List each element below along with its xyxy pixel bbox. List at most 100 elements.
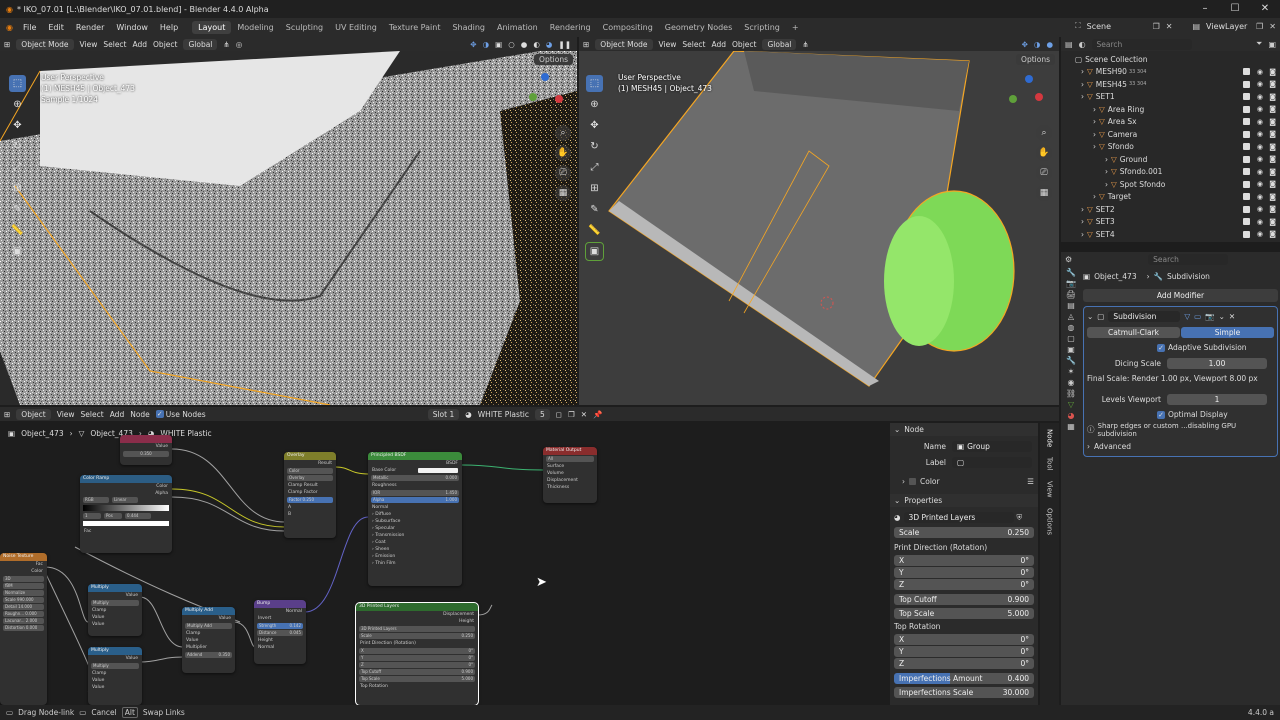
tab-geometry-nodes[interactable]: Geometry Nodes	[659, 21, 738, 34]
outliner-item[interactable]: › ▽ Ground ◉ ◙	[1061, 153, 1280, 166]
material-output-node[interactable]: Material Output All Surface Volume Displ…	[543, 447, 597, 503]
editor-type-icon[interactable]: ▤	[1065, 40, 1073, 49]
outliner-item[interactable]: › ▽ SET1 ◉ ◙	[1061, 91, 1280, 104]
nav-gizmo[interactable]	[1007, 75, 1051, 119]
bsdf-panel[interactable]: › Sheen	[368, 546, 462, 553]
nav-gizmo[interactable]	[523, 73, 567, 117]
top-rot-y-field[interactable]: Y 0°	[894, 646, 1034, 657]
catmull-clark-button[interactable]: Catmull-Clark	[1087, 327, 1180, 338]
expand-arrow-icon[interactable]: ›	[1081, 80, 1084, 89]
render-camera-icon[interactable]: ◙	[1269, 93, 1276, 101]
bump-strength[interactable]: Strength 0.142	[257, 623, 303, 629]
gizmo-icon[interactable]: ✥	[1022, 40, 1028, 49]
zoom-icon[interactable]: ⌕	[555, 125, 571, 141]
shader-editor[interactable]: ⊞ Object View Select Add Node ✓ Use Node…	[0, 407, 1059, 705]
select-box-tool[interactable]: ⬚	[9, 75, 26, 92]
properties-search-input[interactable]: Search	[1148, 253, 1229, 265]
render-camera-icon[interactable]: ◙	[1269, 230, 1276, 238]
editor-type-icon[interactable]: ⊞	[4, 40, 10, 49]
visibility-eye-icon[interactable]: ◉	[1257, 118, 1263, 126]
visibility-eye-icon[interactable]: ◉	[1257, 93, 1263, 101]
top-rot-x-field[interactable]: X 0°	[894, 634, 1034, 645]
new-collection-icon[interactable]: ▣	[1268, 40, 1276, 49]
render-camera-icon[interactable]: ◙	[1269, 118, 1276, 126]
cursor-tool[interactable]: ⊕	[9, 96, 26, 113]
visibility-eye-icon[interactable]: ◉	[1257, 193, 1263, 201]
value-node[interactable]: Value 0.350	[120, 435, 172, 465]
menu-select[interactable]: Select	[682, 40, 705, 49]
proportional-icon[interactable]: ◎	[236, 40, 243, 49]
output-tab-icon[interactable]: 🖨	[1066, 290, 1076, 299]
properties-panel-header[interactable]: ⌄ Properties	[890, 494, 1038, 507]
noise-field[interactable]: 3D	[3, 576, 44, 582]
wire-shading-icon[interactable]: ○	[508, 40, 515, 49]
group-selector[interactable]: 3D Printed Layers	[903, 512, 1014, 523]
snap-icon[interactable]: ⋔	[802, 40, 808, 49]
tab-layout[interactable]: Layout	[192, 21, 232, 34]
scene-tab-icon[interactable]: ◬	[1068, 312, 1074, 321]
tab-view[interactable]: View	[1046, 481, 1054, 498]
multiply-clamp[interactable]: Clamp	[88, 607, 142, 614]
color-ramp-node[interactable]: Color Ramp Color Alpha RGB Linear 1 Pos …	[80, 475, 172, 553]
visibility-eye-icon[interactable]: ◉	[1257, 68, 1263, 76]
base-color-swatch[interactable]	[418, 468, 458, 473]
axis-z-icon[interactable]	[1025, 75, 1033, 83]
realtime-icon[interactable]: ▭	[1194, 312, 1201, 321]
data-tab-icon[interactable]: ▽	[1068, 400, 1074, 409]
pan-hand-icon[interactable]: ✋	[1036, 145, 1052, 161]
zoom-icon[interactable]: ⌕	[1036, 125, 1052, 141]
render-camera-icon[interactable]: ◙	[1269, 180, 1276, 188]
exclude-checkbox[interactable]	[1243, 80, 1250, 88]
mode-selector[interactable]: Object Mode	[595, 38, 653, 50]
orientation-selector[interactable]: Global	[762, 38, 797, 50]
simple-button[interactable]: Simple	[1181, 327, 1274, 338]
measure-tool[interactable]: 📏	[586, 222, 603, 239]
outliner-search-input[interactable]: Search	[1091, 38, 1192, 50]
measure-tool[interactable]: 📏	[9, 222, 26, 239]
viewlayer-close-icon[interactable]: ✕	[1269, 22, 1276, 31]
tab-tool[interactable]: Tool	[1046, 457, 1054, 471]
render-camera-icon[interactable]: ◙	[1269, 218, 1276, 226]
exclude-checkbox[interactable]	[1243, 168, 1250, 176]
edit-mode-icon[interactable]: ▽	[1184, 312, 1190, 321]
visibility-eye-icon[interactable]: ◉	[1257, 143, 1263, 151]
tool-tab-icon[interactable]: 🔧	[1066, 268, 1076, 277]
bsdf-panel[interactable]: › Subsurface	[368, 518, 462, 525]
visibility-eye-icon[interactable]: ◉	[1257, 168, 1263, 176]
color-panel[interactable]: › Color ☰	[890, 475, 1038, 488]
select-box-tool[interactable]: ⬚	[586, 75, 603, 92]
visibility-eye-icon[interactable]: ◉	[1257, 218, 1263, 226]
scene-close-icon[interactable]: ✕	[1166, 22, 1173, 31]
tab-options[interactable]: Options	[1046, 508, 1054, 535]
visibility-eye-icon[interactable]: ◉	[1257, 230, 1263, 238]
render-camera-icon[interactable]: ◙	[1269, 130, 1276, 138]
exclude-checkbox[interactable]	[1243, 130, 1250, 138]
clamp-result[interactable]: Clamp Result	[284, 482, 336, 489]
outliner-item[interactable]: › ▽ SET4 ◉ ◙	[1061, 228, 1280, 241]
axis-y-icon[interactable]	[529, 93, 537, 101]
axis-y-icon[interactable]	[1009, 95, 1017, 103]
adaptive-checkbox[interactable]: ✓	[1157, 343, 1165, 352]
noise-field[interactable]: Detail 14.000	[3, 604, 44, 610]
render-camera-icon[interactable]: ◙	[1269, 143, 1276, 151]
metallic-field[interactable]: Metallic 0.000	[371, 475, 459, 481]
node-panel-header[interactable]: ⌄ Node	[890, 423, 1038, 436]
bsdf-panel[interactable]: › Specular	[368, 525, 462, 532]
viewport-solid[interactable]: ⊞ Object Mode View Select Add Object Glo…	[579, 37, 1059, 405]
exclude-checkbox[interactable]	[1243, 105, 1250, 113]
scale-tool[interactable]: ⤢	[9, 159, 26, 176]
collection-tab-icon[interactable]: ▢	[1067, 334, 1075, 343]
multiply-add-clamp[interactable]: Clamp	[182, 630, 235, 637]
levels-viewport-field[interactable]: 1	[1167, 394, 1267, 405]
exclude-checkbox[interactable]	[1243, 155, 1250, 163]
multiply-add-node[interactable]: Multiply Add Value Multiply Add Clamp Va…	[182, 607, 235, 673]
menu-view[interactable]: View	[659, 40, 677, 49]
print-dir-y-field[interactable]: Y 0°	[894, 567, 1034, 578]
print-dir-y[interactable]: Y 0°	[359, 655, 475, 661]
ior-field[interactable]: IOR 1.450	[371, 490, 459, 496]
move-tool[interactable]: ✥	[9, 117, 26, 134]
move-tool[interactable]: ✥	[586, 117, 603, 134]
render-camera-icon[interactable]: ◙	[1269, 68, 1276, 76]
value-field[interactable]: 0.350	[123, 451, 169, 457]
maximize-button[interactable]: ☐	[1220, 0, 1250, 18]
